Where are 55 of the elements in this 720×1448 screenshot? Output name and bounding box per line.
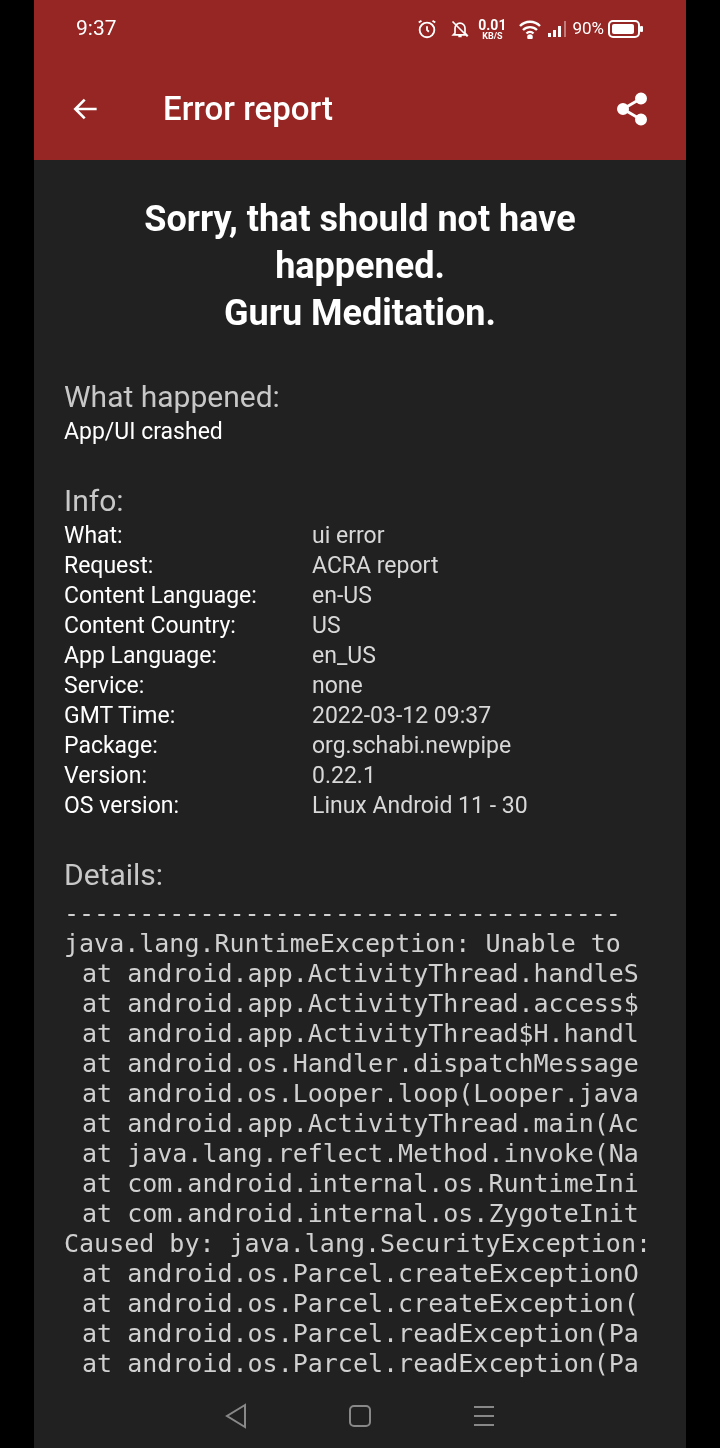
stack-trace-line: -------------------------------------: [64, 899, 621, 929]
info-label: Content Country:: [64, 611, 237, 641]
info-value: 0.22.1: [312, 761, 377, 791]
share-icon: [614, 91, 650, 127]
network-speed-unit: KB/S: [482, 31, 503, 41]
info-value: none: [312, 671, 364, 701]
app-bar-title: Error report: [163, 88, 333, 131]
battery-percent: 90%: [572, 17, 604, 41]
stack-frame-line: at android.os.Parcel.createExceptionO: [81, 1259, 639, 1289]
stack-frame-line: at android.os.Parcel.readException(Pa: [81, 1349, 639, 1379]
stack-frame-line: at com.android.internal.os.RuntimeIni: [81, 1169, 639, 1199]
what-happened-text: App/UI crashed: [64, 417, 224, 447]
info-label: Content Language:: [64, 581, 258, 611]
wifi-icon: [518, 19, 543, 39]
stack-frame-line: at java.lang.reflect.Method.invoke(Na: [81, 1139, 639, 1169]
info-value: 2022-03-12 09:37: [312, 701, 493, 731]
info-label: OS version:: [64, 791, 181, 821]
stack-frame-line: at android.os.Looper.loop(Looper.java: [81, 1079, 639, 1109]
error-headline: Guru Meditation.: [223, 291, 497, 336]
section-heading: Details:: [64, 857, 165, 893]
info-value: Linux Android 11 - 30: [312, 791, 529, 821]
stack-frame-line: at android.os.Parcel.readException(Pa: [81, 1319, 639, 1349]
stack-frame-line: at android.os.Parcel.createException(: [81, 1289, 639, 1319]
stack-frame-line: at android.os.Handler.dispatchMessage: [81, 1049, 639, 1079]
network-speed: 0.01: [478, 17, 507, 32]
battery-icon: [608, 19, 644, 39]
info-value: US: [312, 611, 342, 641]
info-value: ACRA report: [312, 551, 440, 581]
home-nav-icon[interactable]: [348, 1403, 372, 1428]
section-heading: What happened:: [64, 379, 281, 415]
muted-bell-icon: [450, 19, 471, 39]
stack-frame-line: at android.app.ActivityThread.main(Ac: [81, 1109, 639, 1139]
info-label: Service:: [64, 671, 146, 701]
info-label: What:: [64, 521, 124, 551]
info-value: org.schabi.newpipe: [312, 731, 513, 761]
info-label: App Language:: [64, 641, 218, 671]
info-label: Request:: [64, 551, 155, 581]
stack-trace-line: java.lang.RuntimeException: Unable to: [64, 929, 621, 959]
menu-nav-icon[interactable]: [472, 1403, 496, 1428]
info-value: ui error: [312, 521, 386, 551]
status-time: 9:37: [76, 15, 117, 43]
info-value: en-US: [312, 581, 373, 611]
info-label: Version:: [64, 761, 148, 791]
stack-frame-line: at com.android.internal.os.ZygoteInit: [81, 1199, 639, 1229]
info-label: Package:: [64, 731, 159, 761]
signal-icon: [546, 19, 569, 39]
stack-trace-line: Caused by: java.lang.SecurityException:: [64, 1229, 651, 1259]
stack-frame-line: at android.app.ActivityThread$H.handl: [81, 1019, 639, 1049]
back-nav-icon[interactable]: [224, 1401, 248, 1430]
error-headline: Sorry, that should not have happened.: [143, 197, 577, 289]
info-value: en_US: [312, 641, 377, 671]
info-label: GMT Time:: [64, 701, 177, 731]
stack-frame-line: at android.app.ActivityThread.access$: [81, 989, 639, 1019]
stack-frame-line: at android.app.ActivityThread.handleS: [81, 959, 639, 989]
section-heading: Info:: [64, 483, 125, 519]
